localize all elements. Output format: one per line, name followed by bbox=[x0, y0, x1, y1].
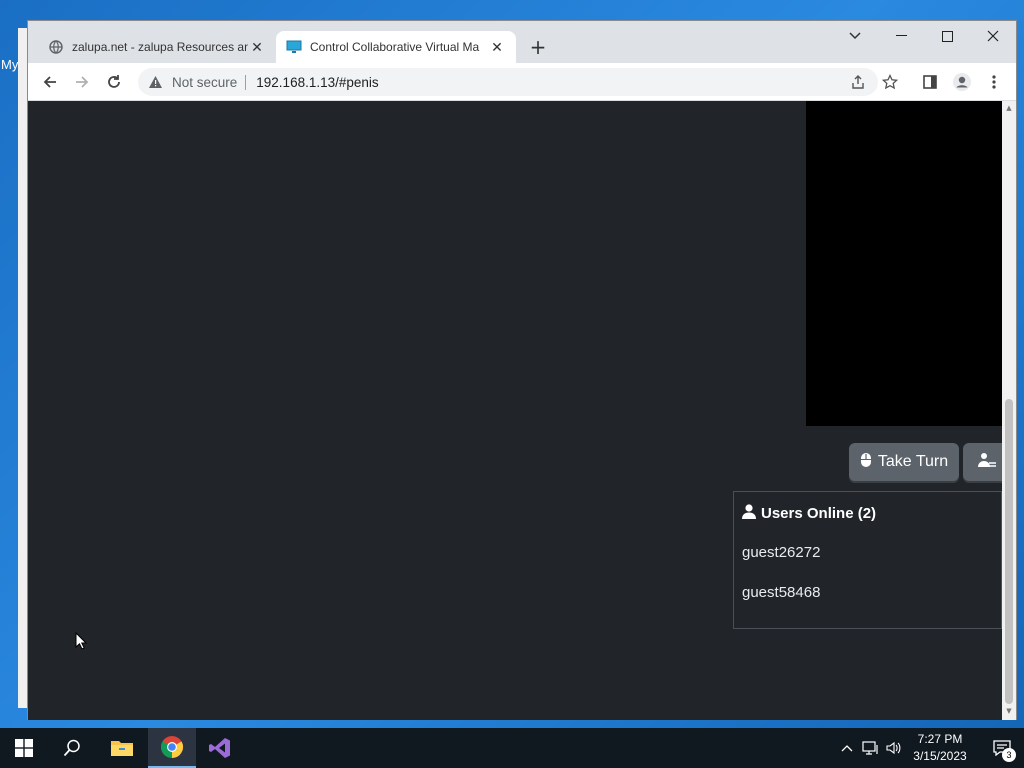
url-text[interactable]: 192.168.1.13/#penis bbox=[256, 75, 378, 90]
warning-icon[interactable] bbox=[148, 74, 164, 90]
profile-icon[interactable] bbox=[950, 70, 974, 94]
side-panel-icon[interactable] bbox=[918, 70, 942, 94]
users-online-heading: Users Online (2) bbox=[742, 504, 876, 523]
folder-icon bbox=[111, 741, 133, 756]
address-bar[interactable]: Not secure 192.168.1.13/#penis bbox=[138, 68, 878, 96]
search-icon bbox=[63, 739, 80, 757]
minimize-button[interactable] bbox=[878, 21, 924, 51]
tab-close-icon[interactable]: ✕ bbox=[248, 38, 266, 56]
scroll-thumb[interactable] bbox=[1005, 399, 1013, 704]
taskbar: 7:27 PM 3/15/2023 3 bbox=[0, 728, 1024, 768]
start-button[interactable] bbox=[0, 728, 48, 768]
back-icon[interactable] bbox=[38, 70, 62, 94]
forward-icon[interactable] bbox=[70, 70, 94, 94]
user-vote-icon bbox=[977, 452, 997, 472]
vm-display[interactable] bbox=[806, 101, 1002, 426]
taskbar-clock[interactable]: 7:27 PM 3/15/2023 bbox=[900, 731, 980, 765]
security-label[interactable]: Not secure bbox=[172, 74, 247, 90]
user-icon bbox=[742, 504, 756, 523]
users-online-panel: Users Online (2) guest26272 guest58468 bbox=[733, 491, 1002, 629]
share-icon[interactable] bbox=[846, 70, 870, 94]
clock-date: 3/15/2023 bbox=[913, 749, 967, 763]
take-turn-button[interactable]: Take Turn bbox=[849, 443, 959, 481]
menu-icon[interactable] bbox=[982, 70, 1006, 94]
vote-reset-button[interactable] bbox=[963, 443, 1002, 481]
scroll-up-arrow-icon[interactable]: ▲ bbox=[1004, 104, 1014, 114]
mouse-icon bbox=[860, 452, 872, 473]
chrome-taskbar-button[interactable] bbox=[148, 728, 196, 768]
search-button[interactable] bbox=[48, 728, 96, 768]
user-list-item[interactable]: guest58468 bbox=[742, 584, 820, 601]
action-center-button[interactable]: 3 bbox=[980, 728, 1024, 768]
chrome-icon bbox=[161, 736, 183, 758]
network-icon[interactable] bbox=[860, 728, 882, 768]
browser-window: zalupa.net - zalupa Resources an ✕ Contr… bbox=[27, 20, 1017, 720]
reload-icon[interactable] bbox=[102, 70, 126, 94]
take-turn-label: Take Turn bbox=[877, 453, 949, 470]
tab-search-icon[interactable] bbox=[832, 21, 878, 51]
notification-count-badge: 3 bbox=[1002, 748, 1016, 762]
page-scrollbar[interactable]: ▲ ▼ bbox=[1002, 101, 1016, 720]
page-content: Take Turn Users Online (2) guest26272 gu… bbox=[28, 101, 1002, 720]
file-explorer-button[interactable] bbox=[98, 728, 146, 768]
tab-zalupa[interactable]: zalupa.net - zalupa Resources an ✕ bbox=[38, 31, 276, 63]
tab-title: Control Collaborative Virtual Ma bbox=[310, 40, 480, 54]
users-online-title: Users Online (2) bbox=[761, 505, 877, 522]
mouse-cursor-icon bbox=[75, 631, 88, 654]
new-tab-button[interactable]: + bbox=[526, 35, 550, 59]
close-window-button[interactable] bbox=[970, 21, 1016, 51]
visual-studio-button[interactable] bbox=[196, 728, 244, 768]
clock-time: 7:27 PM bbox=[917, 732, 963, 746]
browser-toolbar: Not secure 192.168.1.13/#penis bbox=[28, 63, 1016, 101]
globe-icon bbox=[48, 39, 64, 55]
tray-expand-icon[interactable] bbox=[838, 728, 856, 768]
tab-collabvm[interactable]: Control Collaborative Virtual Ma ✕ bbox=[276, 31, 516, 63]
windows-logo-icon bbox=[15, 739, 33, 757]
bookmark-star-icon[interactable] bbox=[878, 70, 902, 94]
tab-strip: zalupa.net - zalupa Resources an ✕ Contr… bbox=[28, 21, 1016, 63]
tab-close-icon[interactable]: ✕ bbox=[488, 38, 506, 56]
maximize-button[interactable] bbox=[924, 21, 970, 51]
visual-studio-icon bbox=[209, 738, 230, 758]
tab-title: zalupa.net - zalupa Resources an bbox=[72, 40, 248, 54]
scroll-down-arrow-icon[interactable]: ▼ bbox=[1004, 707, 1014, 717]
monitor-icon bbox=[286, 39, 302, 55]
user-list-item[interactable]: guest26272 bbox=[742, 544, 820, 561]
desktop-icon-label[interactable]: My bbox=[1, 57, 18, 72]
